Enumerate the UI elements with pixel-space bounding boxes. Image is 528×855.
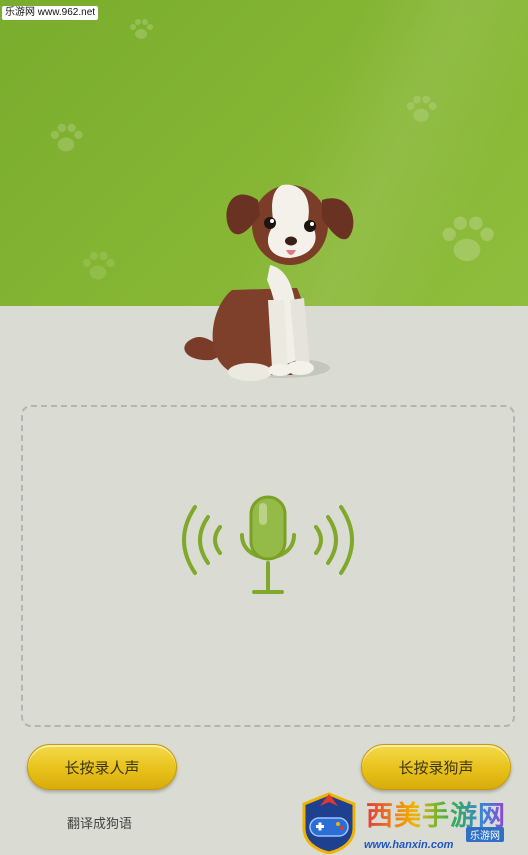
site-logo: 西美手游网 乐游网 www.hanxin.com bbox=[296, 792, 528, 855]
paw-icon bbox=[82, 251, 115, 280]
logo-url: www.hanxin.com bbox=[364, 839, 454, 851]
record-dog-button[interactable]: 长按录狗声 bbox=[361, 744, 511, 790]
paw-icon bbox=[442, 216, 494, 262]
dog-illustration bbox=[184, 184, 354, 381]
paw-icon bbox=[406, 95, 437, 122]
gamepad-icon bbox=[302, 792, 356, 854]
watermark-label: 乐游网 www.962.net bbox=[2, 6, 99, 20]
sound-wave-icon bbox=[213, 525, 222, 555]
paw-icon bbox=[130, 19, 153, 39]
microphone-icon[interactable] bbox=[178, 495, 358, 600]
translate-hint: 翻译成狗语 bbox=[67, 817, 133, 832]
paw-icon bbox=[50, 123, 83, 152]
logo-subtitle: 乐游网 bbox=[466, 827, 504, 842]
record-human-button[interactable]: 长按录人声 bbox=[27, 744, 177, 790]
